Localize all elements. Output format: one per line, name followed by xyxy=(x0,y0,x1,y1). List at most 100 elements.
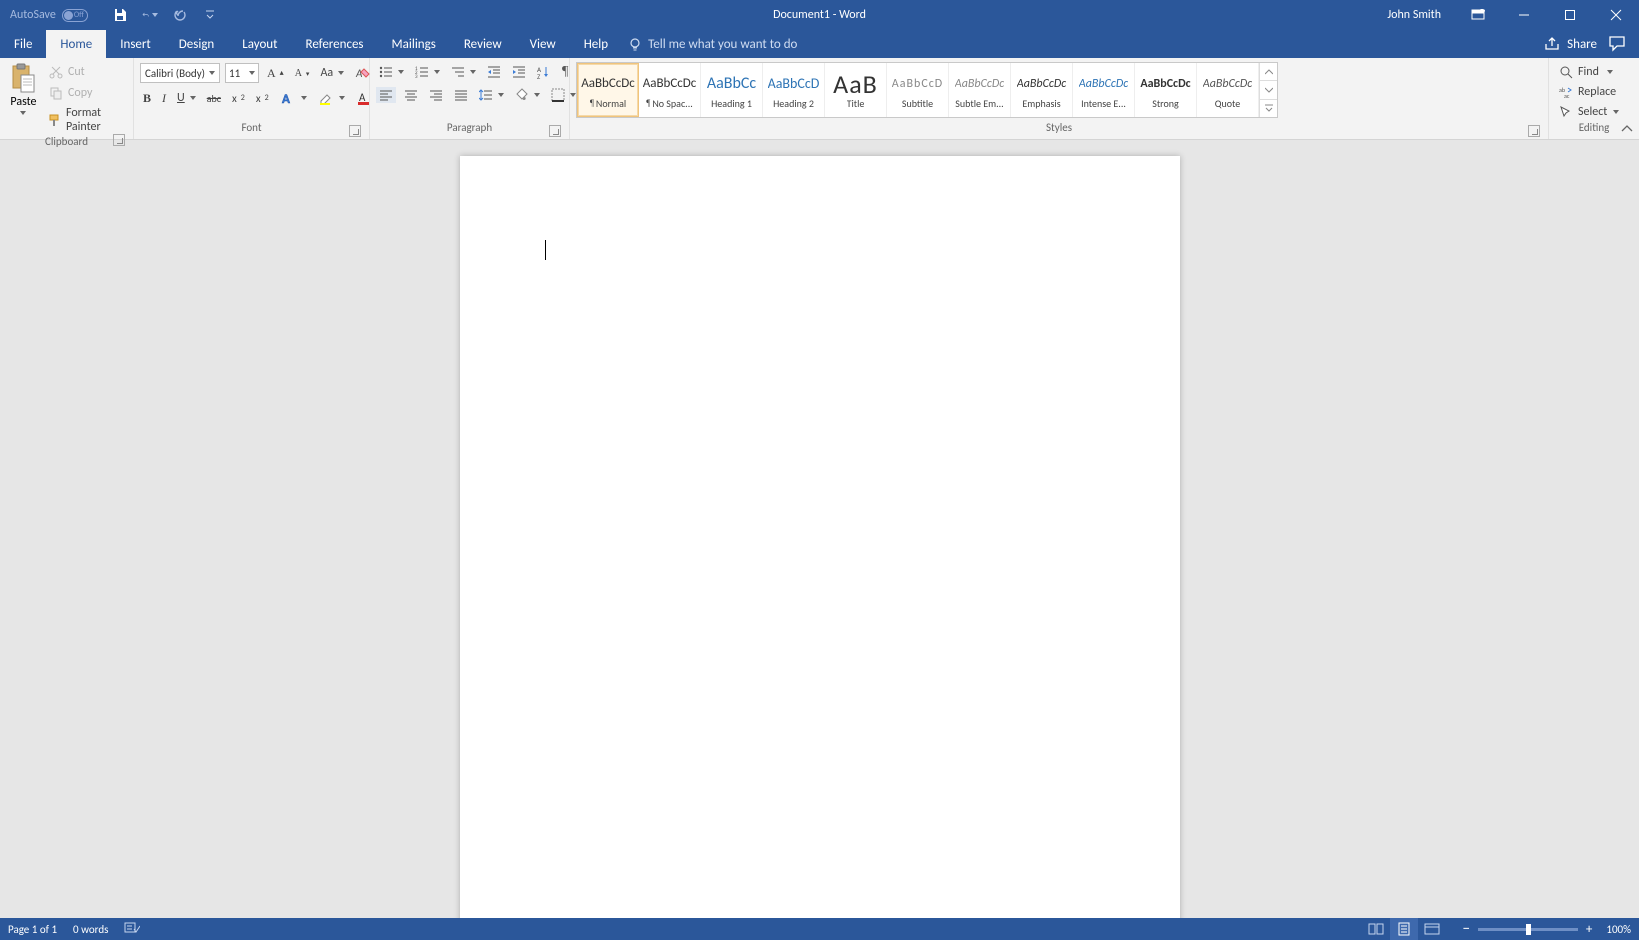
zoom-in-button[interactable]: + xyxy=(1586,922,1592,937)
replace-button[interactable]: abacReplace xyxy=(1555,83,1622,101)
zoom-level[interactable]: 100% xyxy=(1606,923,1631,936)
align-center-button[interactable] xyxy=(401,87,421,103)
svg-text:3: 3 xyxy=(415,74,418,79)
chevron-down-icon xyxy=(398,70,404,74)
strikethrough-button[interactable]: abc xyxy=(204,91,224,106)
dialog-launcher-icon[interactable] xyxy=(549,125,561,137)
underline-button[interactable]: U xyxy=(174,90,199,106)
sort-button[interactable]: AZ xyxy=(534,64,554,80)
style-strong[interactable]: AaBbCcDc Strong xyxy=(1135,63,1197,117)
style-name-label: Strong xyxy=(1152,97,1179,110)
style-preview: AaBbCcDc xyxy=(1017,71,1066,97)
justify-button[interactable] xyxy=(451,87,471,103)
tab-design[interactable]: Design xyxy=(165,30,228,58)
subscript-button[interactable]: x2 xyxy=(229,91,248,106)
styles-gallery: AaBbCcDc¶ NormalAaBbCcDc¶ No Spac...AaBb… xyxy=(576,62,1278,118)
zoom-slider[interactable] xyxy=(1478,928,1578,931)
style-heading-1[interactable]: AaBbCc Heading 1 xyxy=(701,63,763,117)
tab-insert[interactable]: Insert xyxy=(106,30,165,58)
clear-formatting-icon: A xyxy=(355,65,371,81)
decrease-indent-button[interactable] xyxy=(484,64,504,80)
save-icon[interactable] xyxy=(112,7,128,23)
style-name-label: Subtle Em... xyxy=(955,97,1003,110)
paste-icon xyxy=(10,63,36,93)
page-indicator[interactable]: Page 1 of 1 xyxy=(8,923,57,936)
window-title: Document1 - Word xyxy=(773,8,866,22)
share-button[interactable]: Share xyxy=(1545,37,1597,52)
line-spacing-button[interactable] xyxy=(476,87,507,103)
group-label-styles: Styles xyxy=(1046,121,1072,134)
bullets-icon xyxy=(379,65,393,79)
autosave-label: AutoSave xyxy=(10,8,56,22)
chevron-down-icon xyxy=(498,93,504,97)
shrink-font-button[interactable]: A▾ xyxy=(292,67,313,80)
zoom-out-button[interactable]: − xyxy=(1462,920,1469,938)
customize-qat-icon[interactable] xyxy=(202,7,218,23)
text-effects-button[interactable]: A xyxy=(277,89,310,107)
style-emphasis[interactable]: AaBbCcDc Emphasis xyxy=(1011,63,1073,117)
highlight-button[interactable] xyxy=(315,89,348,107)
spell-check-icon[interactable] xyxy=(124,921,140,938)
read-mode-button[interactable] xyxy=(1362,918,1390,940)
minimize-button[interactable] xyxy=(1501,0,1547,30)
italic-button[interactable]: I xyxy=(159,90,169,107)
grow-font-button[interactable]: A▴ xyxy=(264,65,287,82)
ribbon-display-options-icon[interactable] xyxy=(1455,0,1501,30)
paste-button[interactable]: Paste xyxy=(6,61,41,115)
copy-button[interactable]: Copy xyxy=(45,84,127,102)
undo-icon[interactable] xyxy=(142,7,158,23)
tab-mailings[interactable]: Mailings xyxy=(378,30,450,58)
autosave-toggle[interactable]: AutoSave Off xyxy=(10,8,88,22)
tab-help[interactable]: Help xyxy=(570,30,622,58)
styles-expand-icon[interactable] xyxy=(1260,100,1277,117)
style-quote[interactable]: AaBbCcDc Quote xyxy=(1197,63,1259,117)
styles-scroll-up-icon[interactable] xyxy=(1260,63,1277,81)
zoom-thumb[interactable] xyxy=(1526,924,1531,935)
word-count[interactable]: 0 words xyxy=(73,923,108,936)
document-area[interactable] xyxy=(0,140,1639,918)
dialog-launcher-icon[interactable] xyxy=(349,125,361,137)
close-button[interactable] xyxy=(1593,0,1639,30)
style-heading-2[interactable]: AaBbCcD Heading 2 xyxy=(763,63,825,117)
style-normal[interactable]: AaBbCcDc¶ Normal xyxy=(577,63,639,117)
page[interactable] xyxy=(460,156,1180,918)
web-layout-button[interactable] xyxy=(1418,918,1446,940)
user-name[interactable]: John Smith xyxy=(1373,8,1455,22)
superscript-button[interactable]: x2 xyxy=(253,91,272,106)
tab-home[interactable]: Home xyxy=(46,30,106,58)
redo-icon[interactable] xyxy=(172,7,188,23)
bullets-button[interactable] xyxy=(376,64,407,80)
maximize-button[interactable] xyxy=(1547,0,1593,30)
tab-file[interactable]: File xyxy=(0,30,46,58)
numbering-button[interactable]: 123 xyxy=(412,64,443,80)
style-no-spac-[interactable]: AaBbCcDc¶ No Spac... xyxy=(639,63,701,117)
find-button[interactable]: Find xyxy=(1555,63,1622,81)
comments-icon[interactable] xyxy=(1609,36,1627,52)
dialog-launcher-icon[interactable] xyxy=(113,134,125,146)
collapse-ribbon-icon[interactable] xyxy=(1621,124,1633,138)
style-subtle-em-[interactable]: AaBbCcDc Subtle Em... xyxy=(949,63,1011,117)
increase-indent-button[interactable] xyxy=(509,64,529,80)
tab-references[interactable]: References xyxy=(292,30,378,58)
style-subtitle[interactable]: AaBbCcD Subtitle xyxy=(887,63,949,117)
dialog-launcher-icon[interactable] xyxy=(1528,125,1540,137)
tell-me-search[interactable]: Tell me what you want to do xyxy=(628,30,797,58)
print-layout-button[interactable] xyxy=(1390,918,1418,940)
align-left-button[interactable] xyxy=(376,87,396,103)
styles-scroll-down-icon[interactable] xyxy=(1260,81,1277,99)
style-title[interactable]: AaB Title xyxy=(825,63,887,117)
format-painter-button[interactable]: Format Painter xyxy=(45,105,127,135)
font-size-combo[interactable]: 11 xyxy=(225,63,259,83)
tab-review[interactable]: Review xyxy=(450,30,516,58)
align-right-button[interactable] xyxy=(426,87,446,103)
font-name-combo[interactable]: Calibri (Body) xyxy=(140,63,220,83)
style-intense-e-[interactable]: AaBbCcDc Intense E... xyxy=(1073,63,1135,117)
change-case-button[interactable]: Aa xyxy=(317,65,347,81)
tab-layout[interactable]: Layout xyxy=(228,30,291,58)
select-button[interactable]: Select xyxy=(1555,103,1622,121)
cut-button[interactable]: Cut xyxy=(45,63,127,81)
bold-button[interactable]: B xyxy=(140,90,154,107)
tab-view[interactable]: View xyxy=(516,30,570,58)
multilevel-list-button[interactable] xyxy=(448,64,479,80)
shading-button[interactable] xyxy=(512,87,543,103)
